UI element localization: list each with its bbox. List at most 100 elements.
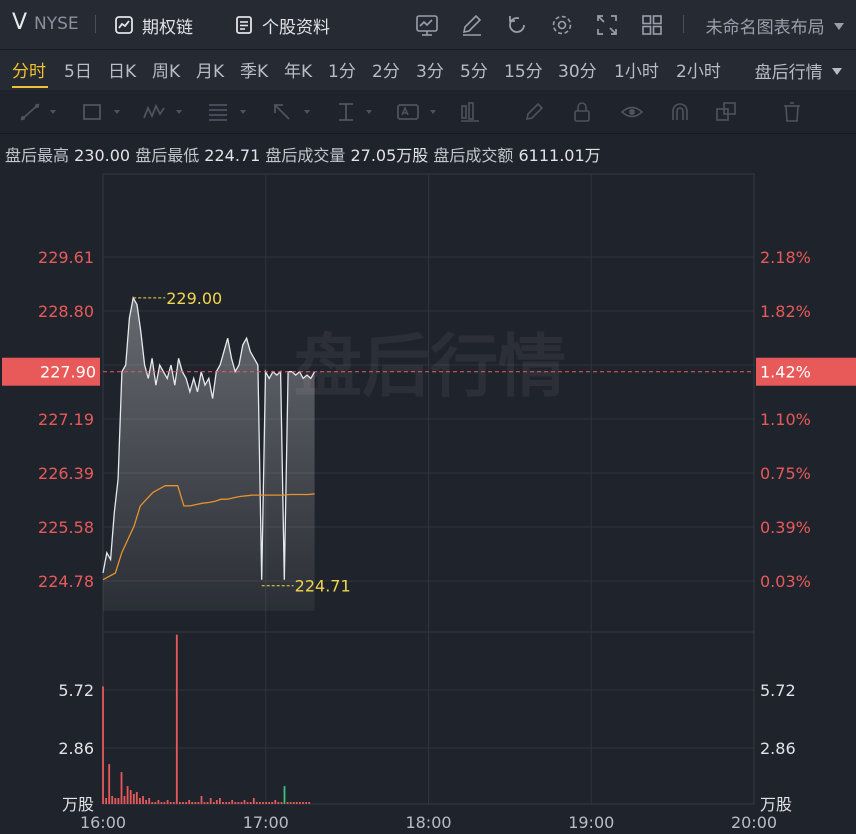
active-tab-indicator bbox=[12, 86, 48, 88]
bar-tool-icon[interactable] bbox=[458, 100, 482, 124]
edit-icon[interactable] bbox=[459, 12, 485, 38]
volume-axis-label: 5.72 bbox=[58, 681, 94, 700]
volume-bar bbox=[139, 798, 141, 804]
caret-down-icon[interactable] bbox=[240, 110, 246, 114]
volume-bar bbox=[299, 802, 301, 804]
vertical-measure-icon[interactable] bbox=[334, 100, 358, 124]
tab-1hour[interactable]: 1小时 bbox=[614, 57, 659, 82]
tab-5min[interactable]: 5分 bbox=[460, 57, 488, 82]
tab-timeshare[interactable]: 分时 bbox=[12, 57, 46, 82]
fibonacci-icon[interactable] bbox=[206, 100, 230, 124]
volume-bar bbox=[123, 796, 126, 804]
volume-bar bbox=[129, 790, 132, 804]
line-chart-icon bbox=[115, 16, 133, 34]
volume-bar bbox=[225, 802, 227, 804]
tab-1min[interactable]: 1分 bbox=[328, 57, 356, 82]
grid-layout-icon[interactable] bbox=[639, 12, 665, 38]
tab-2min[interactable]: 2分 bbox=[372, 57, 400, 82]
percent-tick-label: 0.39% bbox=[760, 518, 811, 537]
wave-pattern-icon[interactable] bbox=[142, 100, 166, 124]
low-marker-label: 224.71 bbox=[295, 577, 351, 596]
volume-bar bbox=[219, 798, 221, 804]
indicator-icon[interactable] bbox=[414, 12, 440, 38]
volume-bar bbox=[209, 798, 212, 804]
tab-quarter-k[interactable]: 季K bbox=[240, 57, 268, 82]
price-tick-label: 225.58 bbox=[38, 518, 94, 537]
percent-tick-label: 1.10% bbox=[760, 410, 811, 429]
caret-down-icon[interactable] bbox=[114, 110, 120, 114]
after-hours-label: 盘后行情 bbox=[754, 63, 823, 83]
intraday-chart[interactable]: 盘后行情 227.90 1.42% 229.61 228.80 227.19 226.3… bbox=[0, 172, 856, 834]
stock-profile-button[interactable]: 个股资料 bbox=[234, 12, 330, 38]
divider bbox=[683, 15, 684, 33]
magnet-icon[interactable] bbox=[668, 100, 692, 124]
percent-tick-label: 0.03% bbox=[760, 572, 811, 591]
volume-bar bbox=[111, 796, 114, 804]
volume-bar bbox=[203, 802, 206, 804]
fullscreen-icon[interactable] bbox=[594, 12, 620, 38]
volume-bar bbox=[249, 802, 252, 804]
arrow-icon[interactable] bbox=[270, 100, 294, 124]
tab-5day[interactable]: 5日 bbox=[64, 57, 92, 82]
ticker-symbol[interactable]: V bbox=[12, 10, 27, 35]
caret-down-icon[interactable] bbox=[304, 110, 310, 114]
volume-bar bbox=[215, 800, 218, 804]
pen-icon[interactable] bbox=[522, 100, 546, 124]
volume-label: 盘后成交量 bbox=[265, 146, 346, 165]
volume-bar bbox=[302, 802, 304, 804]
volume-bar bbox=[126, 786, 129, 804]
price-tick-label: 228.80 bbox=[38, 302, 94, 321]
text-label-icon[interactable] bbox=[396, 100, 420, 124]
volume-bar bbox=[274, 800, 277, 804]
volume-bar bbox=[172, 802, 175, 804]
refresh-icon[interactable] bbox=[504, 12, 530, 38]
trash-icon[interactable] bbox=[780, 100, 804, 124]
time-tick-label: 19:00 bbox=[568, 813, 614, 832]
volume-axis-label: 5.72 bbox=[760, 681, 796, 700]
volume-bar bbox=[175, 634, 178, 804]
time-tick-label: 20:00 bbox=[731, 813, 777, 832]
period-bar: 分时 5日 日K 周K 月K 季K 年K 1分 2分 3分 5分 15分 30分… bbox=[0, 50, 856, 90]
tab-month-k[interactable]: 月K bbox=[196, 57, 224, 82]
caret-down-icon[interactable] bbox=[50, 110, 56, 114]
caret-down-icon[interactable] bbox=[430, 110, 436, 114]
volume-bar bbox=[292, 802, 295, 804]
divider bbox=[95, 15, 96, 33]
layout-name-label: 未命名图表布局 bbox=[705, 18, 825, 38]
turnover-label: 盘后成交额 bbox=[433, 146, 514, 165]
tab-week-k[interactable]: 周K bbox=[152, 57, 180, 82]
caret-down-icon bbox=[834, 23, 844, 30]
exchange-label: NYSE bbox=[34, 14, 79, 34]
copy-icon[interactable] bbox=[714, 100, 738, 124]
options-chain-button[interactable]: 期权链 bbox=[114, 12, 193, 38]
price-area bbox=[103, 297, 315, 611]
tab-day-k[interactable]: 日K bbox=[108, 57, 136, 82]
tab-15min[interactable]: 15分 bbox=[504, 57, 543, 82]
document-icon bbox=[236, 16, 252, 34]
tab-year-k[interactable]: 年K bbox=[284, 57, 312, 82]
volume-bar bbox=[265, 802, 267, 804]
volume-bar bbox=[289, 802, 292, 804]
lock-icon[interactable] bbox=[570, 100, 594, 124]
low-label: 盘后最低 bbox=[135, 146, 200, 165]
volume-bar bbox=[132, 794, 135, 804]
turnover-value: 6111.01万 bbox=[518, 146, 601, 165]
layout-selector[interactable]: 未命名图表布局 bbox=[706, 13, 844, 38]
volume-bar bbox=[105, 798, 107, 804]
eye-icon[interactable] bbox=[620, 100, 644, 124]
gear-icon[interactable] bbox=[549, 12, 575, 38]
rectangle-icon[interactable] bbox=[80, 100, 104, 124]
volume-axis-label: 万股 bbox=[760, 795, 792, 814]
trend-line-icon[interactable] bbox=[18, 100, 42, 124]
caret-down-icon[interactable] bbox=[176, 110, 182, 114]
after-hours-stats: 盘后最高 230.00 盘后最低 224.71 盘后成交量 27.05万股 盘后… bbox=[5, 142, 601, 166]
tab-30min[interactable]: 30分 bbox=[558, 57, 597, 82]
tab-2hour[interactable]: 2小时 bbox=[676, 57, 721, 82]
caret-down-icon[interactable] bbox=[366, 110, 372, 114]
volume-axis-label: 2.86 bbox=[760, 739, 796, 758]
after-hours-dropdown[interactable]: 盘后行情 bbox=[755, 58, 842, 83]
volume-bar bbox=[145, 800, 147, 804]
tab-3min[interactable]: 3分 bbox=[416, 57, 444, 82]
volume-bar bbox=[188, 800, 191, 804]
volume-bar bbox=[148, 798, 151, 804]
